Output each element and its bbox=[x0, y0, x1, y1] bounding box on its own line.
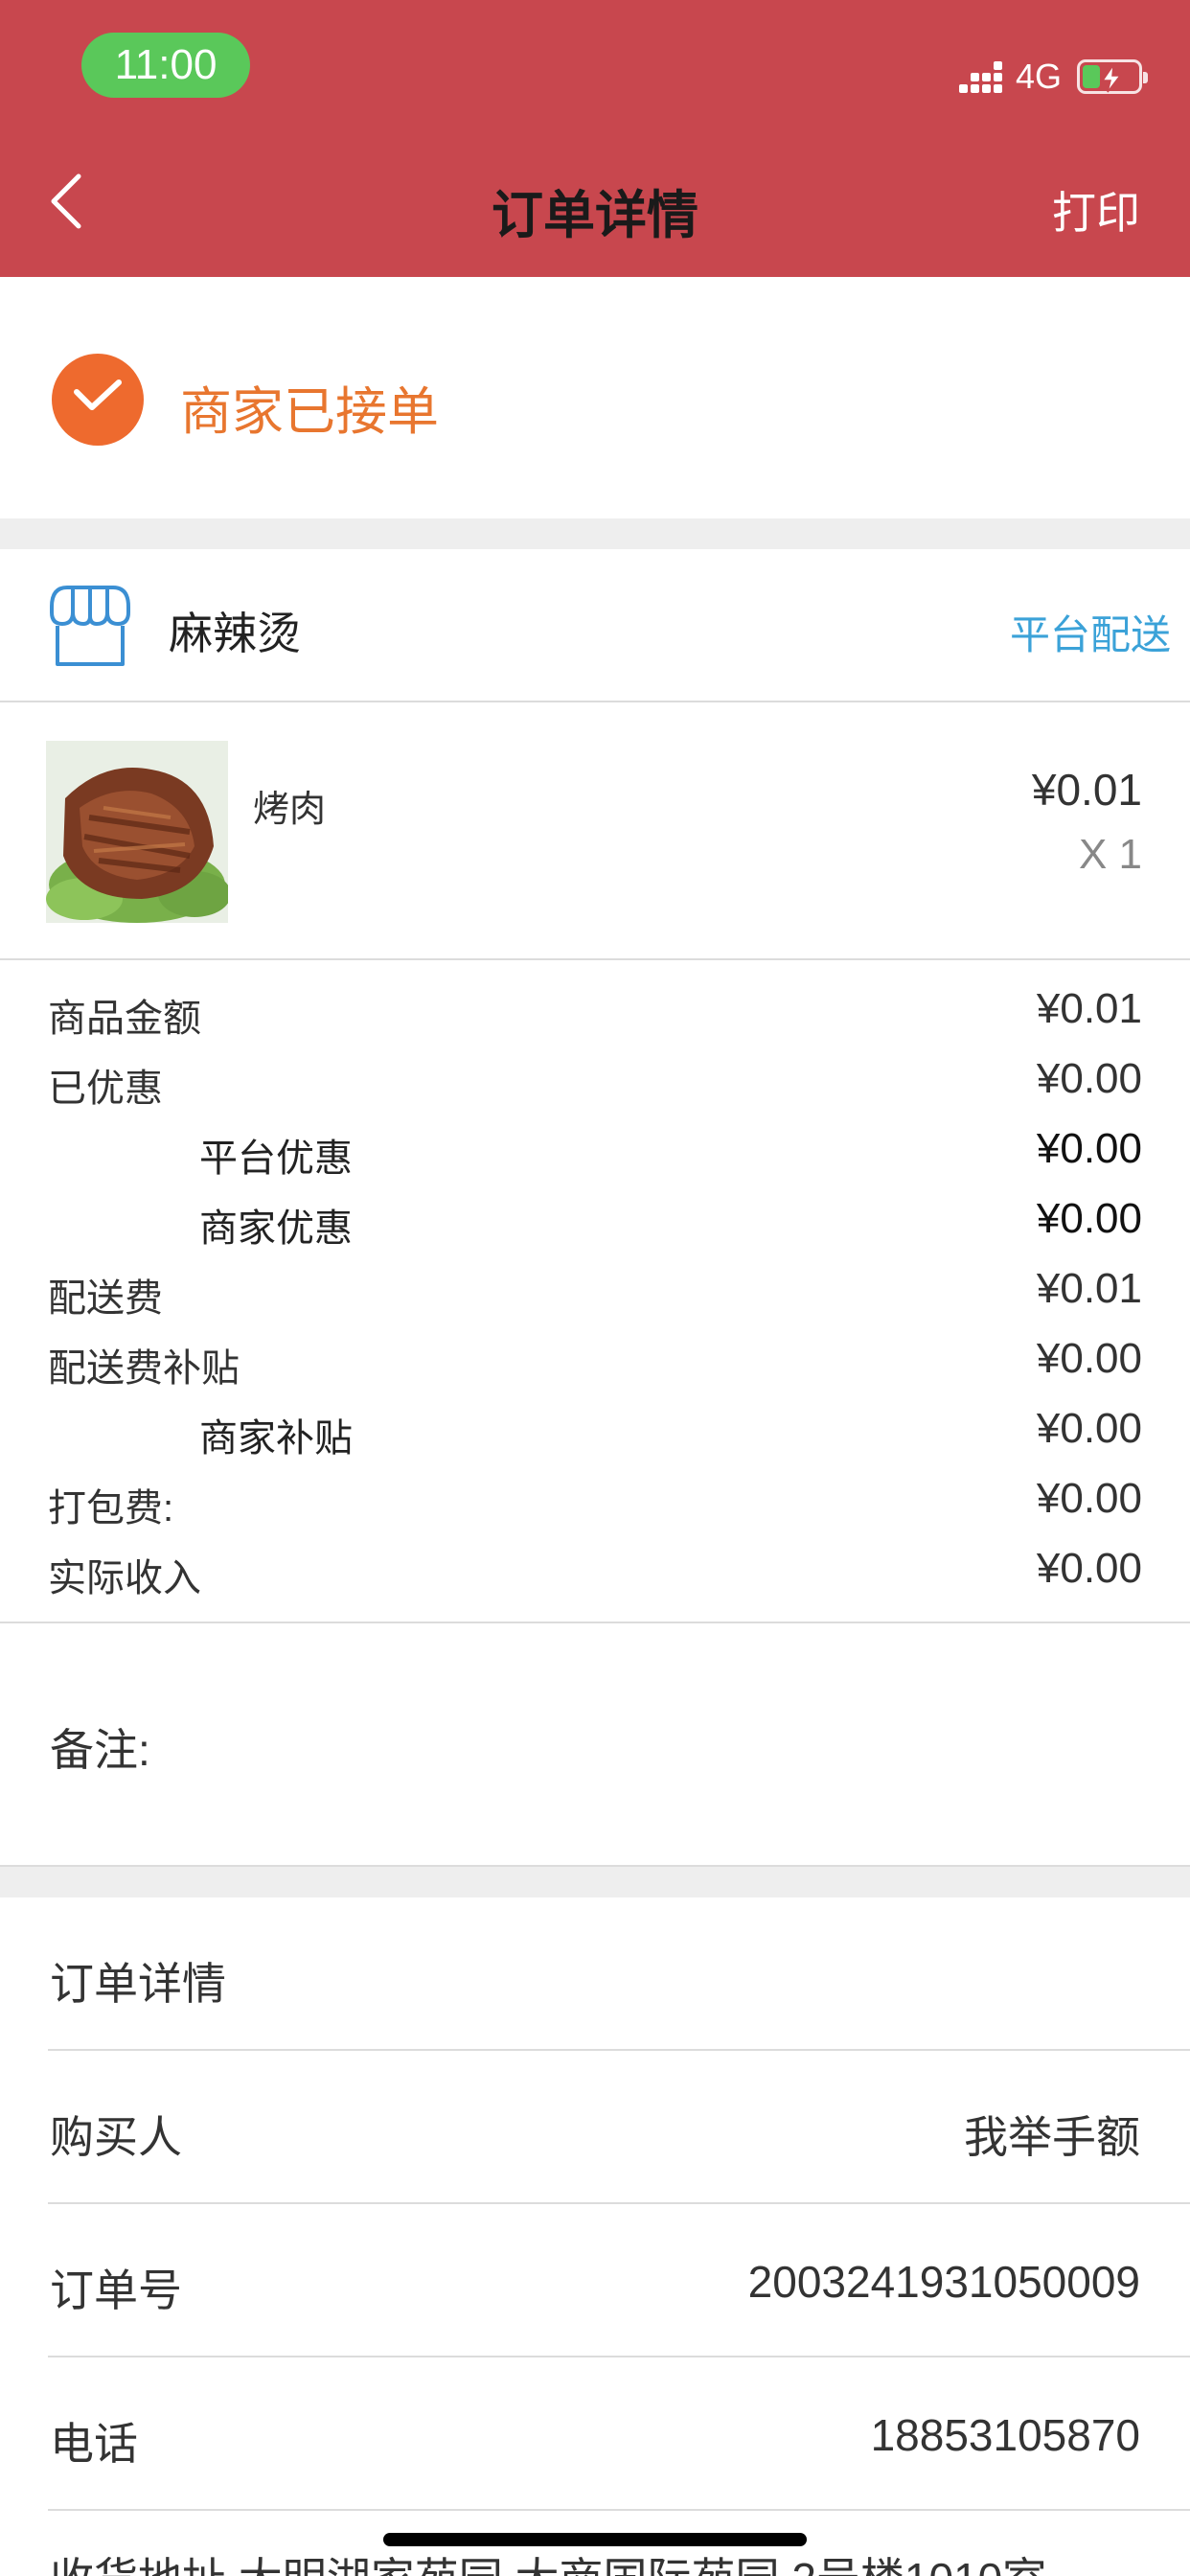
fee-label: 商家优惠 bbox=[199, 1208, 353, 1250]
fee-label: 商家补贴 bbox=[199, 1417, 353, 1460]
fee-row: 打包费: ¥0.00 bbox=[0, 1469, 1190, 1536]
store-icon bbox=[44, 580, 136, 677]
fee-value: ¥0.00 bbox=[1036, 1335, 1142, 1382]
product-quantity: X 1 bbox=[1078, 831, 1142, 878]
shop-row: 麻辣烫 平台配送 bbox=[0, 549, 1190, 702]
fee-label: 配送费 bbox=[48, 1277, 163, 1320]
order-status-text: 商家已接单 bbox=[180, 383, 439, 441]
signal-icon bbox=[958, 60, 1002, 93]
battery-icon bbox=[1077, 59, 1148, 94]
product-price: ¥0.01 bbox=[1031, 765, 1142, 815]
details-section-title: 订单详情 bbox=[50, 1959, 226, 2009]
fee-value: ¥0.00 bbox=[1036, 1405, 1142, 1452]
status-indicators: 4G bbox=[958, 54, 1148, 100]
phone-row[interactable]: 电话 18853105870 bbox=[0, 2358, 1190, 2511]
fee-breakdown: 商品金额 ¥0.01 已优惠 ¥0.00 平台优惠 ¥0.00 商家优惠 ¥0.… bbox=[0, 962, 1190, 1623]
fee-row: 配送费补贴 ¥0.00 bbox=[0, 1329, 1190, 1396]
fee-label: 配送费补贴 bbox=[48, 1347, 240, 1390]
fee-value: ¥0.01 bbox=[1036, 1265, 1142, 1312]
fee-row: 配送费 ¥0.01 bbox=[0, 1259, 1190, 1326]
address-text: 收货地址 大明湖家苑园 大商国际苑园 2号楼1010室 bbox=[50, 2544, 1046, 2576]
section-divider bbox=[0, 1865, 1190, 1898]
fee-row: 实际收入 ¥0.00 bbox=[0, 1539, 1190, 1606]
fee-value: ¥0.01 bbox=[1036, 985, 1142, 1032]
fee-value: ¥0.00 bbox=[1036, 1195, 1142, 1242]
fee-value: ¥0.00 bbox=[1036, 1125, 1142, 1172]
fee-row: 商家优惠 ¥0.00 bbox=[0, 1189, 1190, 1256]
fee-row: 商家补贴 ¥0.00 bbox=[0, 1399, 1190, 1466]
remark-label: 备注: bbox=[50, 1725, 150, 1775]
details-header-row: 订单详情 bbox=[0, 1898, 1190, 2051]
delivery-type: 平台配送 bbox=[1009, 612, 1171, 657]
fee-row: 平台优惠 ¥0.00 bbox=[0, 1119, 1190, 1186]
fee-label: 平台优惠 bbox=[199, 1138, 353, 1180]
print-button[interactable]: 打印 bbox=[1052, 178, 1140, 242]
phone-value[interactable]: 18853105870 bbox=[871, 2409, 1140, 2461]
status-time: 11:00 bbox=[81, 33, 250, 98]
fee-value: ¥0.00 bbox=[1036, 1545, 1142, 1592]
check-icon bbox=[52, 354, 144, 446]
fee-label: 实际收入 bbox=[48, 1557, 201, 1599]
fee-label: 打包费: bbox=[48, 1487, 174, 1530]
product-image bbox=[46, 741, 228, 923]
order-status-card: 商家已接单 bbox=[0, 277, 1190, 518]
home-indicator[interactable] bbox=[383, 2533, 807, 2546]
product-name: 烤肉 bbox=[253, 790, 327, 830]
page-title: 订单详情 bbox=[492, 187, 698, 244]
buyer-row: 购买人 我举手额 bbox=[0, 2051, 1190, 2204]
fee-row: 已优惠 ¥0.00 bbox=[0, 1049, 1190, 1116]
phone-label: 电话 bbox=[50, 2419, 138, 2469]
network-type: 4G bbox=[1015, 57, 1062, 96]
order-number-label: 订单号 bbox=[50, 2266, 182, 2315]
order-number-value: 2003241931050009 bbox=[747, 2257, 1140, 2307]
order-number-row: 订单号 2003241931050009 bbox=[0, 2204, 1190, 2358]
fee-value: ¥0.00 bbox=[1036, 1055, 1142, 1102]
section-divider bbox=[0, 518, 1190, 549]
shop-name: 麻辣烫 bbox=[169, 609, 301, 658]
fee-row: 商品金额 ¥0.01 bbox=[0, 979, 1190, 1046]
fee-value: ¥0.00 bbox=[1036, 1475, 1142, 1522]
fee-label: 商品金额 bbox=[48, 998, 201, 1040]
fee-label: 已优惠 bbox=[48, 1068, 163, 1110]
buyer-label: 购买人 bbox=[50, 2112, 182, 2162]
buyer-value: 我举手额 bbox=[964, 2112, 1140, 2162]
product-item[interactable]: 烤肉 ¥0.01 X 1 bbox=[0, 704, 1190, 960]
top-header: 11:00 4G 订单详情 打印 bbox=[0, 0, 1190, 277]
